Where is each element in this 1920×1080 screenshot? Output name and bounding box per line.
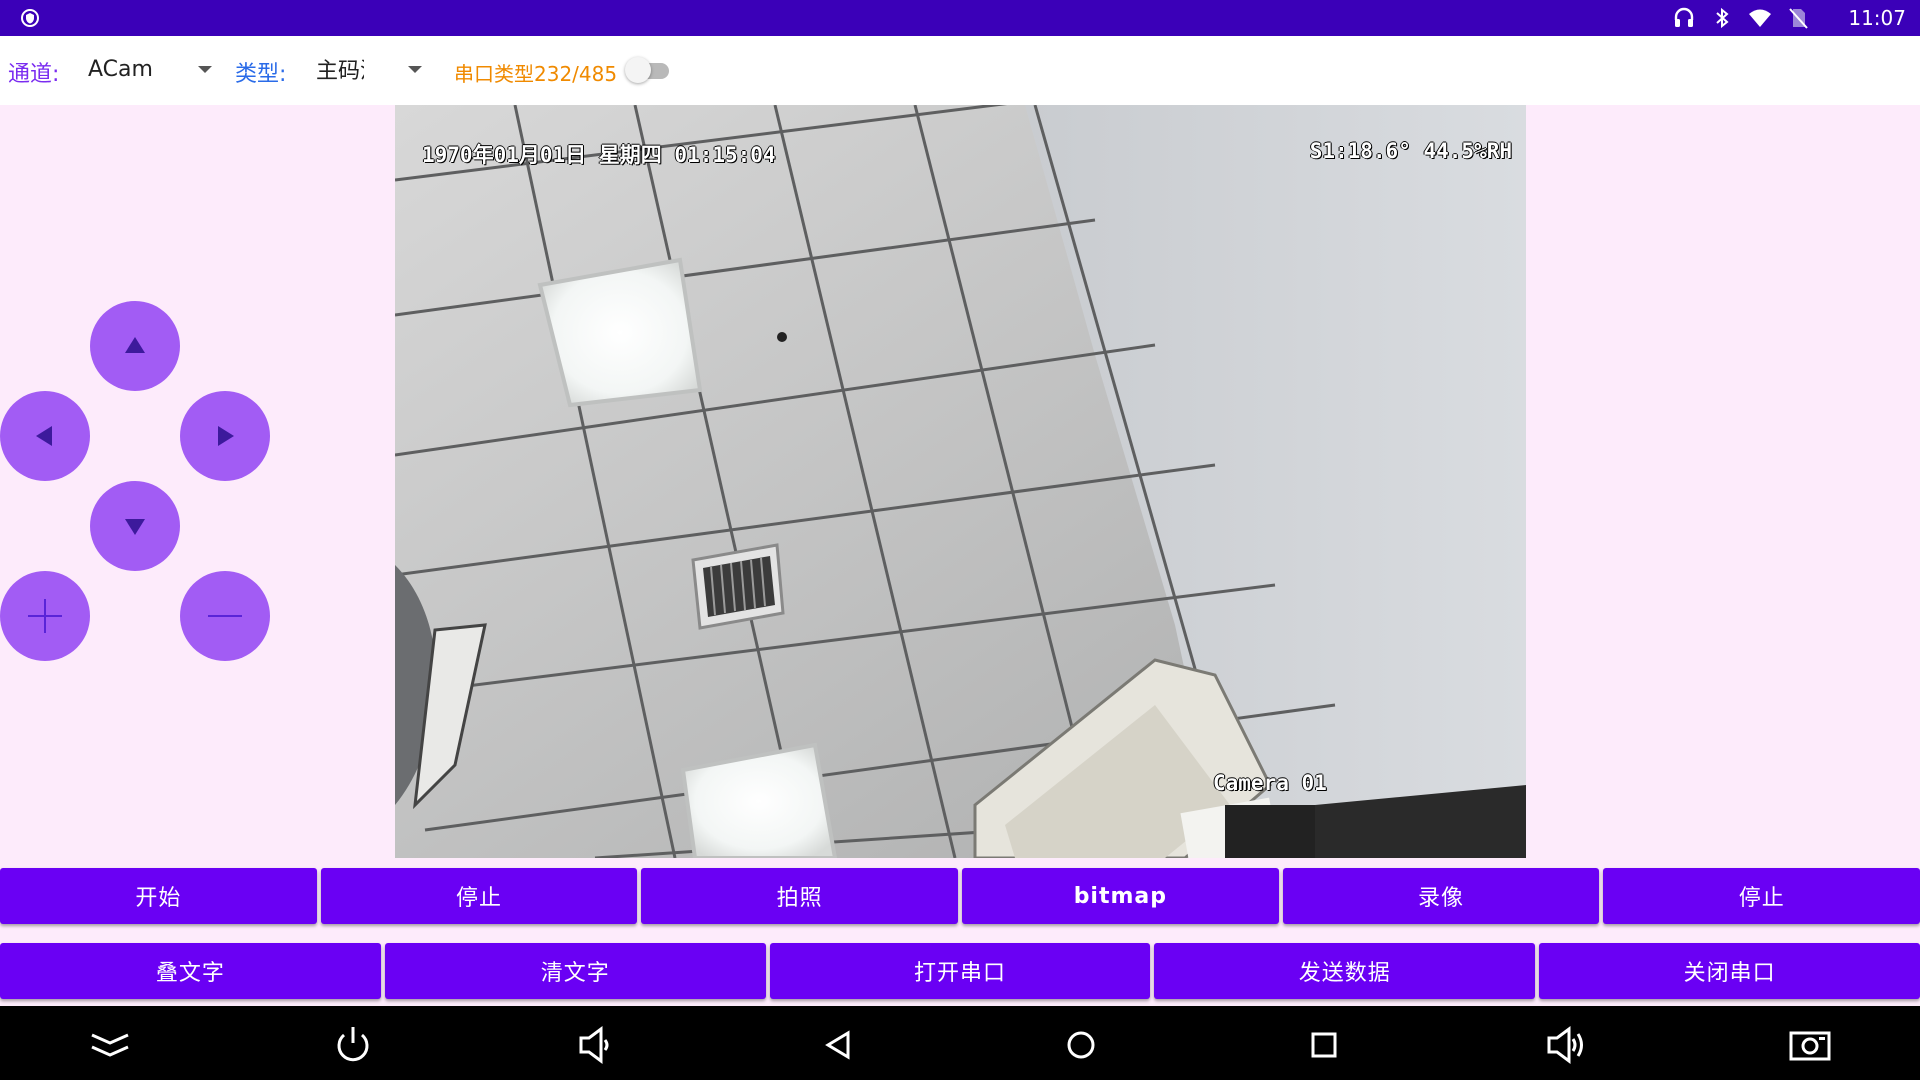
screenshot-icon [1789,1031,1831,1061]
bluetooth-icon [1716,7,1729,29]
send-data-button[interactable]: 发送数据 [1154,943,1536,999]
type-spinner[interactable]: 主码流 [316,50,422,88]
home-button[interactable] [1059,1023,1103,1067]
back-icon [825,1030,850,1060]
clock: 11:07 [1848,6,1906,30]
bitmap-button[interactable]: bitmap [962,868,1279,924]
volume-down-button[interactable] [573,1023,617,1067]
ptz-left-button[interactable] [0,391,90,481]
record-button[interactable]: 录像 [1282,868,1600,924]
volume-up-button[interactable] [1545,1023,1589,1067]
toolbar: 通道: ACam 类型: 主码流 串口类型232/485 [0,36,1920,105]
status-bar: 11:07 [0,0,1920,36]
power-icon [337,1027,369,1062]
headset-icon [1674,7,1694,27]
camera-feed-image [395,105,1526,858]
stop-button[interactable]: 停止 [320,868,638,924]
channel-spinner[interactable]: ACam [88,50,212,88]
recents-icon [1311,1032,1337,1058]
down-arrow-icon [125,519,145,535]
start-button[interactable]: 开始 [0,868,317,924]
osd-camera-name: Camera 01 [1213,771,1327,795]
volume-up-icon [1547,1026,1583,1064]
right-arrow-icon [218,426,234,446]
power-button[interactable] [331,1023,375,1067]
type-value: 主码流 [316,59,364,84]
action-row-1: 开始 停止 拍照 bitmap 录像 停止 [0,868,1920,924]
collapse-button[interactable] [88,1023,132,1067]
serial-type-label: 串口类型232/485 [454,62,618,86]
collapse-icon [91,1033,129,1057]
switch-thumb [625,57,651,83]
screenshot-button[interactable] [1788,1023,1832,1067]
osd-sensor: S1:18.6° 44.5%RH [1309,139,1512,163]
osd-datetime: 1970年01月01日 星期四 01:15:04 [422,143,776,167]
channel-value: ACam [88,56,153,82]
zoom-in-icon [28,599,62,633]
up-arrow-icon [125,337,145,353]
back-button[interactable] [816,1023,860,1067]
zoom-out-button[interactable] [180,571,270,661]
wifi-icon [1749,9,1771,27]
action-row-2: 叠文字 清文字 打开串口 发送数据 关闭串口 [0,943,1920,999]
chevron-down-icon [198,65,212,73]
volume-down-icon [579,1026,609,1064]
type-label: 类型: [235,62,287,87]
clear-text-button[interactable]: 清文字 [384,943,766,999]
chevron-down-icon [408,65,422,73]
stop-record-button[interactable]: 停止 [1603,868,1920,924]
channel-label: 通道: [8,62,60,87]
snapshot-button[interactable]: 拍照 [641,868,959,924]
recents-button[interactable] [1302,1023,1346,1067]
zoom-in-button[interactable] [0,571,90,661]
home-icon [1067,1031,1095,1059]
open-serial-button[interactable]: 打开串口 [769,943,1151,999]
serial-type-switch[interactable] [625,54,675,86]
ptz-up-button[interactable] [90,301,180,391]
ptz-right-button[interactable] [180,391,270,481]
ptz-down-button[interactable] [90,481,180,571]
no-sim-icon [1789,8,1808,29]
left-arrow-icon [36,426,52,446]
camera-preview[interactable]: 1970年01月01日 星期四 01:15:04 S1:18.6° 44.5%R… [395,105,1526,858]
shield-icon [21,9,39,27]
navigation-bar [0,1006,1920,1080]
close-serial-button[interactable]: 关闭串口 [1539,943,1920,999]
zoom-out-icon [208,615,242,617]
overlay-text-button[interactable]: 叠文字 [0,943,381,999]
